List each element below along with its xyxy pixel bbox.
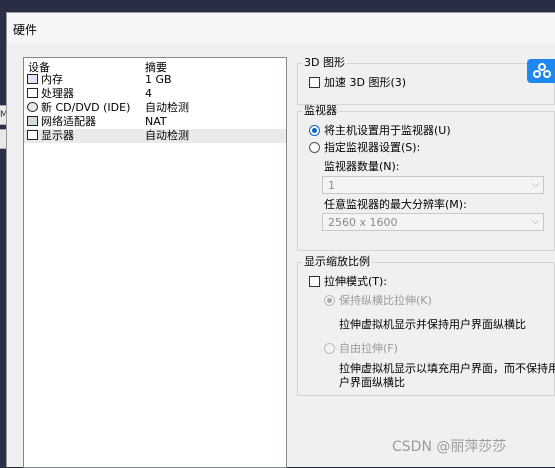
device-name: 网络适配器 [41,115,96,128]
floating-cloud-widget[interactable] [527,59,555,83]
memory-icon [27,74,38,84]
cpu-icon [27,88,38,98]
group-monitors: 监视器 将主机设置用于监视器(U) 指定监视器设置(S): 监视器数量(N): … [297,105,555,251]
network-icon [27,116,38,126]
chevron-down-icon: ⌵ [532,217,539,227]
keep-aspect-label[interactable]: 保持纵横比拉伸(K) [339,294,432,307]
device-name: 显示器 [41,129,74,142]
group-display-scaling-legend: 显示缩放比例 [302,255,372,268]
title-bar[interactable]: 硬件 [7,13,555,43]
free-stretch-label[interactable]: 自由拉伸(F) [339,342,398,355]
accelerate-3d-checkbox[interactable] [309,77,320,88]
group-display-scaling: 显示缩放比例 拉伸模式(T): 保持纵横比拉伸(K) 拉伸虚拟机显示并保持用户界… [297,256,555,396]
background-window-edge [0,0,555,12]
cloud-icon [533,63,551,78]
device-name: 内存 [41,73,63,86]
hardware-dialog: 硬件 设备 摘要 内存 1 GB 处理器 4 新 CD/DVD (IDE) 自动… [6,12,555,468]
device-list-header: 设备 摘要 [24,58,286,74]
monitor-icon [27,130,38,140]
monitor-count-value: 1 [328,179,335,192]
stretch-mode-label[interactable]: 拉伸模式(T): [324,275,387,288]
max-resolution-value: 2560 x 1600 [328,216,398,229]
free-stretch-description-line2: 户界面纵横比 [339,376,405,389]
stretch-mode-checkbox[interactable] [309,276,320,287]
keep-aspect-description: 拉伸虚拟机显示并保持用户界面纵横比 [339,318,526,331]
device-list[interactable]: 设备 摘要 内存 1 GB 处理器 4 新 CD/DVD (IDE) 自动检测 … [23,57,287,468]
group-3d-graphics: 3D 图形 加速 3D 图形(3) [297,57,555,105]
free-stretch-radio[interactable] [324,343,335,354]
monitor-count-select[interactable]: 1 ⌵ [322,176,544,194]
dialog-title: 硬件 [13,23,38,37]
device-name: 处理器 [41,87,74,100]
device-row-network[interactable]: 网络适配器 NAT [24,115,286,129]
group-3d-graphics-legend: 3D 图形 [302,56,347,69]
device-summary: 1 GB [145,73,172,86]
device-row-memory[interactable]: 内存 1 GB [24,73,286,87]
cd-icon [27,102,38,112]
chevron-down-icon: ⌵ [532,180,539,190]
device-summary: 4 [145,87,152,100]
device-name: 新 CD/DVD (IDE) [41,101,131,114]
max-resolution-select[interactable]: 2560 x 1600 ⌵ [322,213,544,231]
device-summary: 自动检测 [145,101,189,114]
device-row-cd-dvd[interactable]: 新 CD/DVD (IDE) 自动检测 [24,101,286,115]
monitor-count-label: 监视器数量(N): [324,160,400,173]
use-host-settings-radio[interactable] [309,125,320,136]
device-row-monitor[interactable]: 显示器 自动检测 [24,129,286,143]
keep-aspect-radio[interactable] [324,295,335,306]
max-resolution-label: 任意监视器的最大分辨率(M): [324,198,467,211]
group-monitors-legend: 监视器 [302,104,339,117]
device-summary: NAT [145,115,167,128]
watermark: CSDN @丽萍莎莎 [392,439,507,455]
device-summary: 自动检测 [145,129,189,142]
free-stretch-description-line1: 拉伸虚拟机显示以填充用户界面，而不保持用 [339,362,555,375]
device-row-cpu[interactable]: 处理器 4 [24,87,286,101]
specify-monitor-settings-radio[interactable] [309,142,320,153]
use-host-settings-label[interactable]: 将主机设置用于监视器(U) [324,124,451,137]
accelerate-3d-label[interactable]: 加速 3D 图形(3) [324,76,406,89]
specify-monitor-settings-label[interactable]: 指定监视器设置(S): [324,141,420,154]
